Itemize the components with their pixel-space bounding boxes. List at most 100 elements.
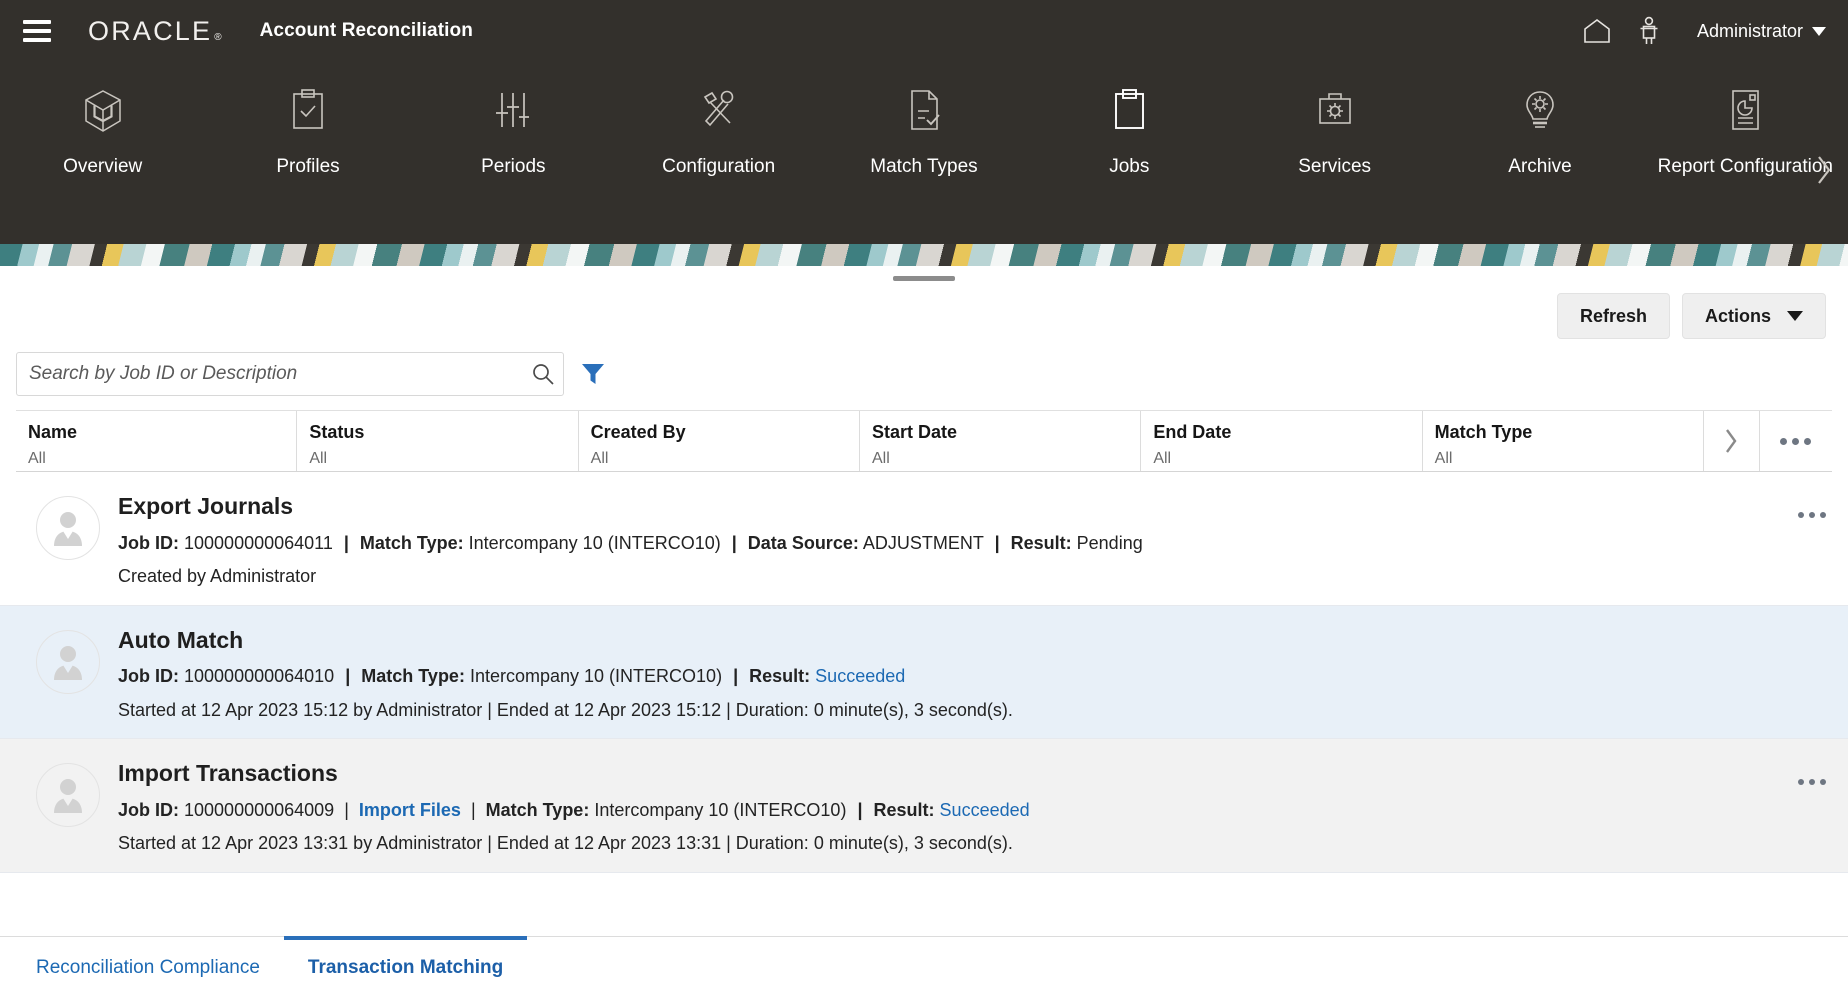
meta-separator: | [994,532,1000,553]
row-actions-overflow-dots-icon[interactable] [1776,757,1848,786]
caret-down-icon [1787,311,1803,321]
search-icon[interactable] [530,361,556,387]
meta-separator: | [345,666,351,687]
nav-item-archive[interactable]: Archive [1437,84,1642,180]
nav-item-jobs[interactable]: Jobs [1027,84,1232,180]
column-header-end-date[interactable]: End Date All [1141,411,1423,471]
column-header-created-by[interactable]: Created By All [579,411,860,471]
result-value-link[interactable]: Succeeded [940,800,1030,820]
tab-reconciliation-compliance[interactable]: Reconciliation Compliance [12,936,284,996]
nav-item-match-types[interactable]: Match Types [821,84,1026,180]
table-row[interactable]: Import Transactions Job ID: 100000000064… [0,739,1848,873]
main-content: Refresh Actions Search by Job ID or Desc… [0,266,1848,996]
nav-label: Jobs [1109,156,1150,177]
overflow-dots-icon [1798,512,1826,518]
refresh-button[interactable]: Refresh [1556,293,1670,339]
overflow-dots-icon [1780,437,1812,445]
column-header-status[interactable]: Status All [297,411,579,471]
hamburger-menu-icon[interactable] [14,8,60,54]
tab-transaction-matching[interactable]: Transaction Matching [283,936,528,996]
user-name-label: Administrator [1696,20,1803,41]
search-input[interactable] [16,352,564,396]
panel-drag-handle[interactable] [893,275,955,281]
search-toolbar [0,342,1848,404]
column-header-name[interactable]: Name All [16,411,298,471]
nav-label: Configuration [662,156,776,177]
nav-label: Match Types [870,156,978,177]
job-id-value: 100000000064009 [184,799,335,820]
home-icon[interactable] [1571,5,1623,57]
clipboard-check-icon [287,84,329,138]
job-title: Import Transactions [118,760,338,787]
nav-item-overview[interactable]: Overview [0,84,205,180]
nav-item-services[interactable]: Services [1232,84,1437,180]
column-options-overflow-dots-icon[interactable] [1760,411,1832,471]
job-title: Export Journals [118,493,294,519]
search-box [16,352,564,396]
bottom-tab-bar: Reconciliation Compliance Transaction Ma… [0,936,1848,996]
column-header-start-date[interactable]: Start Date All [860,411,1142,471]
match-type-value: Intercompany 10 (INTERCO10) [468,532,721,553]
oracle-logo: ORACLE ® [88,16,222,47]
data-source-value: ADJUSTMENT [862,532,984,553]
result-value: Pending [1076,532,1143,553]
oracle-wordmark: ORACLE [88,15,213,46]
table-row[interactable]: Auto Match Job ID: 100000000064010 | Mat… [0,605,1848,740]
meta-separator: | [731,532,737,553]
user-avatar-icon [36,763,100,828]
primary-navigation: Overview Profiles Periods Configuration … [0,62,1848,244]
column-filter-value: All [309,449,328,467]
user-avatar-icon [36,496,100,560]
panel-resize-area [0,266,1848,290]
hammer-wrench-icon [696,84,742,138]
column-title: Created By [590,422,686,443]
toolbox-gear-icon [1313,84,1357,138]
job-meta-line: Job ID: 100000000064011 | Match Type: In… [118,532,1776,555]
column-filter-value: All [1434,449,1453,467]
column-header-match-type[interactable]: Match Type All [1423,411,1704,471]
column-title: End Date [1153,422,1232,443]
nav-next-chevron-right-icon[interactable] [1806,150,1842,190]
result-value-link[interactable]: Succeeded [815,666,905,686]
job-id-value: 100000000064011 [184,532,333,553]
nav-label: Overview [63,156,143,177]
accessibility-person-icon[interactable] [1623,5,1675,57]
nav-label: Archive [1508,156,1572,177]
cube-icon [80,84,126,138]
match-type-value: Intercompany 10 (INTERCO10) [594,799,847,820]
chevron-down-icon [1812,26,1826,36]
meta-separator: | [343,532,349,553]
actions-button-label: Actions [1704,305,1771,326]
column-filter-value: All [1153,449,1172,467]
match-type-label: Match Type: [485,799,590,820]
nav-label: Profiles [276,156,340,177]
registered-mark: ® [214,31,222,43]
column-title: Match Type [1434,422,1533,443]
column-title: Name [28,422,78,443]
table-row[interactable]: Export Journals Job ID: 100000000064011 … [0,472,1848,606]
columns-expand-chevron-right-icon[interactable] [1704,411,1760,471]
filter-funnel-icon[interactable] [578,359,608,389]
actions-button[interactable]: Actions [1681,293,1826,339]
row-actions-overflow-dots-icon[interactable] [1776,490,1848,518]
job-details: Export Journals Job ID: 100000000064011 … [118,490,1776,589]
overflow-dots-icon [1798,779,1826,786]
nav-label: Services [1298,156,1372,177]
jobs-list: Export Journals Job ID: 100000000064011 … [0,472,1848,936]
nav-item-periods[interactable]: Periods [411,84,616,180]
nav-item-configuration[interactable]: Configuration [616,84,821,180]
meta-separator: | [857,799,863,820]
job-sub-line: Started at 12 Apr 2023 13:31 by Administ… [118,833,1013,854]
report-piechart-icon [1724,84,1766,138]
job-sub-line: Started at 12 Apr 2023 15:12 by Administ… [118,699,1013,720]
global-header: ORACLE ® Account Reconciliation Administ… [0,0,1848,62]
application-window: ORACLE ® Account Reconciliation Administ… [0,0,1848,996]
import-files-link[interactable]: Import Files [359,800,461,820]
user-account-menu[interactable]: Administrator [1697,21,1826,42]
meta-separator: | [470,799,476,820]
result-label: Result: [749,666,811,687]
nav-item-profiles[interactable]: Profiles [205,84,410,180]
job-title: Auto Match [118,626,244,653]
column-filter-value: All [590,449,609,467]
document-check-icon [903,84,945,138]
